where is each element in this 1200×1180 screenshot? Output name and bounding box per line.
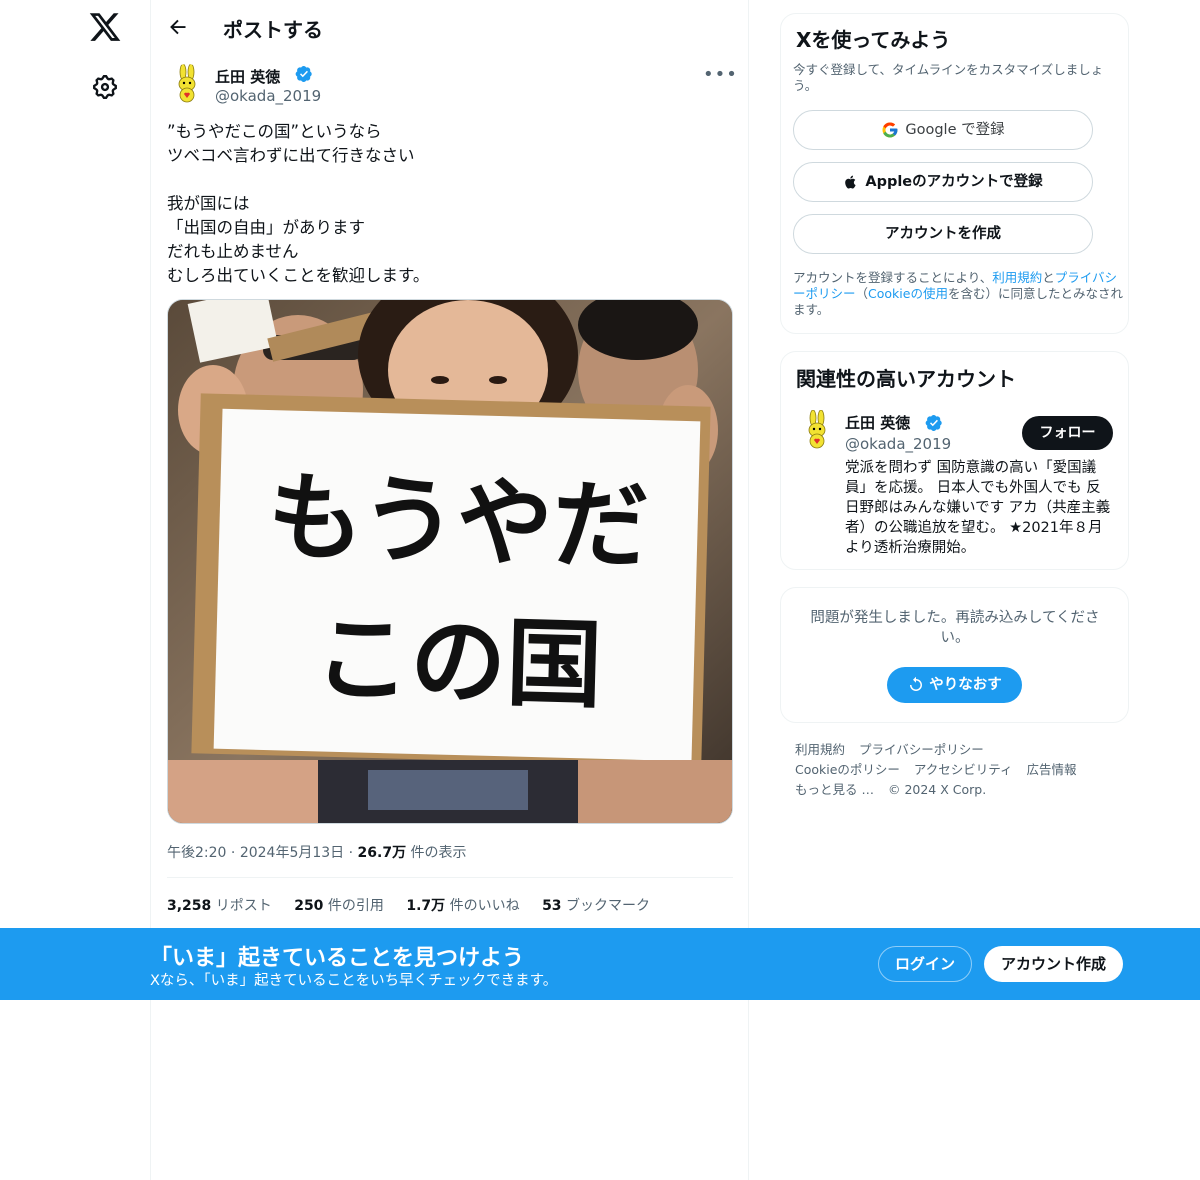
apple-icon xyxy=(845,175,856,189)
related-account-bio: 党派を問わず 国防意識の高い「愛国議員」を応援。 日本人でも外国人でも 反日野郎… xyxy=(845,460,1111,556)
footer-link-cookie[interactable]: Cookieのポリシー xyxy=(795,762,900,777)
quotes-stat[interactable]: 250 件の引用 xyxy=(294,898,384,914)
signup-card-title: Xを使ってみよう xyxy=(796,28,951,52)
related-account-handle[interactable]: @okada_2019 xyxy=(845,435,951,453)
footer-links: 利用規約 プライバシーポリシー Cookieのポリシー アクセシビリティ 広告情… xyxy=(795,740,1125,800)
x-logo-icon[interactable] xyxy=(88,10,122,44)
footer-link-accessibility[interactable]: アクセシビリティ xyxy=(914,762,1013,777)
post-stats: 3,258 リポスト 250 件の引用 1.7万 件のいいね 53 ブックマーク xyxy=(167,895,668,915)
google-icon xyxy=(882,122,898,138)
refresh-icon xyxy=(910,676,923,691)
apple-signup-label: Appleのアカウントで登録 xyxy=(865,174,1043,190)
signup-card: Xを使ってみよう 今すぐ登録して、タイムラインをカスタマイズしましょう。 Goo… xyxy=(780,13,1129,334)
cookie-link[interactable]: Cookieの使用 xyxy=(868,286,948,301)
post-meta: 午後2:20 · 2024年5月13日 · 26.7万 件の表示 xyxy=(167,845,467,861)
retry-button[interactable]: やりなおす xyxy=(887,667,1022,703)
terms-text: アカウントを登録することにより、利用規約とプライバシーポリシー（Cookieの使… xyxy=(793,270,1123,317)
error-message: 問題が発生しました。再読み込みしてください。 xyxy=(810,610,1100,646)
footer-link-terms[interactable]: 利用規約 xyxy=(795,742,845,757)
post-date[interactable]: 2024年5月13日 xyxy=(240,845,344,861)
related-accounts-card: 関連性の高いアカウント 丘田 英徳 @okada_2019 フォロー 党派を問わ… xyxy=(780,351,1129,570)
verified-badge-icon xyxy=(925,414,942,432)
related-title: 関連性の高いアカウント xyxy=(796,367,1016,391)
footer-link-more[interactable]: もっと見る … xyxy=(795,782,874,797)
footer-link-privacy[interactable]: プライバシーポリシー xyxy=(859,742,984,757)
main-column: ポストする 丘田 英徳 @okada_2019 ••• ”もうやだこの国”という… xyxy=(150,0,749,1180)
footer-link-ads[interactable]: 広告情報 xyxy=(1027,762,1077,777)
follow-button[interactable]: フォロー xyxy=(1022,416,1113,450)
signup-button[interactable]: アカウント作成 xyxy=(984,946,1123,982)
author-handle[interactable]: @okada_2019 xyxy=(215,87,321,105)
arrow-left-icon[interactable] xyxy=(163,12,193,42)
views-count: 26.7万 xyxy=(357,845,407,861)
gear-icon[interactable] xyxy=(91,73,119,101)
post-text: ”もうやだこの国”というなら ツベコベ言わずに出て行きなさい 我が国には 「出国… xyxy=(167,122,430,285)
signup-banner: 「いま」起きていることを見つけよう Xなら、「いま」起きていることをいち早くチェ… xyxy=(0,928,1200,1000)
copyright: © 2024 X Corp. xyxy=(887,782,987,797)
create-account-button[interactable]: アカウントを作成 xyxy=(793,214,1093,254)
apple-signup-button[interactable]: Appleのアカウントで登録 xyxy=(793,162,1093,202)
login-button[interactable]: ログイン xyxy=(878,946,972,982)
retry-label: やりなおす xyxy=(929,677,1002,693)
create-account-label: アカウントを作成 xyxy=(885,226,1001,242)
verified-badge-icon xyxy=(295,65,312,83)
sign-text-line2: この国 xyxy=(313,602,604,722)
signup-card-subtitle: 今すぐ登録して、タイムラインをカスタマイズしましょう。 xyxy=(793,62,1104,93)
bookmarks-stat[interactable]: 53 ブックマーク xyxy=(542,898,650,914)
related-account-name[interactable]: 丘田 英徳 xyxy=(845,412,910,433)
banner-subtitle: Xなら、「いま」起きていることをいち早くチェックできます。 xyxy=(150,973,558,989)
header-bar: ポストする xyxy=(151,0,748,54)
avatar[interactable] xyxy=(167,64,207,104)
left-nav xyxy=(0,0,150,1180)
page-title: ポストする xyxy=(223,18,323,42)
more-options-icon[interactable]: ••• xyxy=(703,64,737,85)
likes-stat[interactable]: 1.7万 件のいいね xyxy=(406,898,519,914)
google-signup-button[interactable]: Google で登録 xyxy=(793,110,1093,150)
post-time[interactable]: 午後2:20 xyxy=(167,845,226,861)
author-name[interactable]: 丘田 英徳 xyxy=(215,66,280,87)
banner-title: 「いま」起きていることを見つけよう xyxy=(150,946,525,971)
sign-text-line1: もうやだ xyxy=(266,461,650,583)
terms-link[interactable]: 利用規約 xyxy=(992,270,1042,285)
divider xyxy=(167,877,733,878)
error-card: 問題が発生しました。再読み込みしてください。 やりなおす xyxy=(780,587,1129,723)
avatar[interactable] xyxy=(797,409,837,450)
post-image[interactable]: もうやだ この国 xyxy=(167,299,733,824)
post-author: 丘田 英徳 @okada_2019 ••• xyxy=(167,64,737,108)
reposts-stat[interactable]: 3,258 リポスト xyxy=(167,898,272,914)
google-signup-label: Google で登録 xyxy=(905,122,1005,138)
views-label: 件の表示 xyxy=(410,845,467,861)
